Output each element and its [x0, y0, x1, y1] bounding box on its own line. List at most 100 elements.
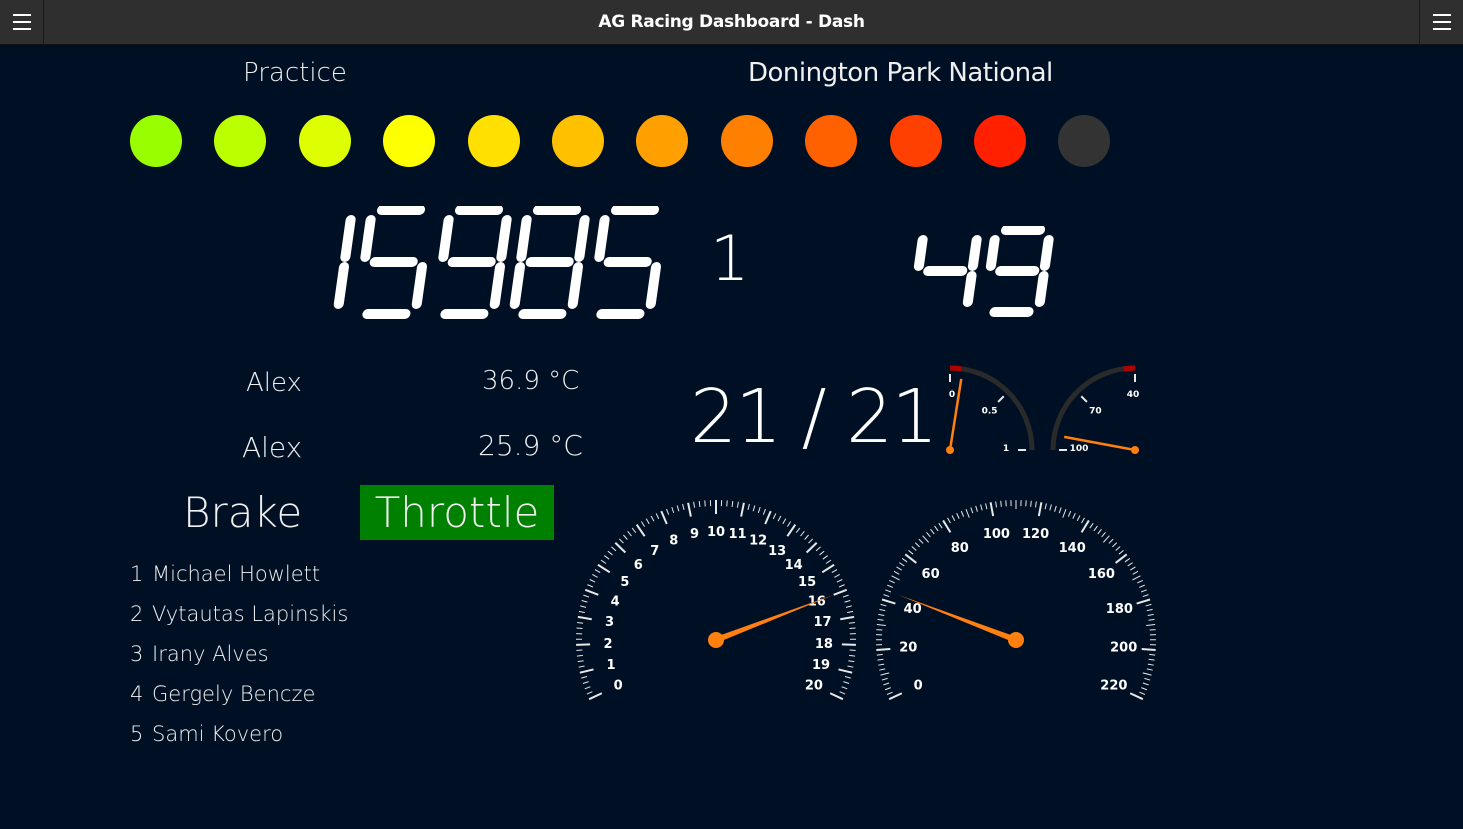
gauge-tick [1080, 395, 1088, 403]
gauge-tick [825, 559, 832, 564]
info-temp-2: 25.9 °C [478, 429, 583, 462]
gauge-label: 0 [949, 390, 955, 400]
gauge-tick [839, 691, 846, 695]
gauge-tick [666, 508, 670, 515]
gauge-tick [631, 527, 637, 534]
gauge-tick [764, 510, 772, 525]
gauge-tick [879, 608, 886, 612]
shift-light [467, 115, 520, 167]
gauge-tick [1124, 558, 1131, 563]
gauge-tick [604, 555, 610, 560]
gauge-tick [594, 569, 601, 574]
gauge-hub [1008, 632, 1024, 648]
gauge-tick [805, 542, 818, 554]
title-bar: AG Racing Dashboard - Dash [0, 0, 1463, 45]
gauge-tick [752, 505, 756, 512]
gauge-tick [600, 559, 607, 564]
gauge-tick [951, 515, 956, 522]
driver-name: Vytautas Lapinskis [152, 602, 349, 626]
gauge-tick [757, 506, 761, 514]
driver-name: Michael Howlett [152, 562, 321, 586]
shift-light [298, 115, 351, 167]
gauge-tick [1062, 509, 1067, 518]
gauge-tick [693, 501, 696, 508]
gauge-tick [597, 563, 611, 574]
gear-display: 1 [710, 222, 750, 295]
gauge-label: 140 [1059, 541, 1086, 556]
gauge-label: 120 [1022, 527, 1049, 542]
hamburger-icon [1433, 14, 1451, 30]
gauge-tick [883, 682, 890, 686]
gauge-tick [586, 691, 593, 695]
gauge-tick [1108, 538, 1114, 544]
gauge-tick [1127, 562, 1133, 567]
standings-row: 1 Michael Howlett [130, 562, 320, 586]
throttle-indicator: Throttle [360, 485, 554, 540]
gauge-tick [889, 579, 895, 584]
gauge-tick [901, 558, 908, 563]
gauge-label: 80 [951, 541, 969, 556]
gauge-tick [938, 522, 943, 529]
gauge-tick [580, 605, 587, 608]
gauge-tick [576, 627, 583, 630]
gauge-tick [819, 550, 825, 556]
gauge-tick [577, 615, 592, 621]
gauge-tick [592, 574, 598, 578]
app-title: AG Racing Dashboard - Dash [598, 12, 865, 32]
gauge-tick [1132, 575, 1141, 581]
gauge-label: 16 [808, 594, 826, 609]
gauge-tick [1144, 677, 1151, 681]
right-menu-button[interactable] [1419, 0, 1463, 44]
gauge-tick [1148, 618, 1155, 621]
gauge-tick [815, 546, 821, 552]
gauge-tick [1145, 603, 1152, 607]
gauge-tick [1146, 668, 1153, 671]
standings-pos: 5 [130, 722, 144, 746]
shift-light [383, 115, 436, 167]
gauge-tick [1097, 528, 1102, 535]
standings-row: 2 Vytautas Lapinskis [130, 602, 348, 626]
gauge-tick [893, 570, 900, 575]
small-gauge-1: 00.51 [946, 365, 1035, 454]
gauge-tick [1101, 532, 1106, 538]
left-menu-button[interactable] [0, 0, 44, 44]
gauge-label: 0 [614, 679, 623, 694]
gauge-tick [645, 518, 650, 525]
gauge-tick [1139, 584, 1145, 588]
gauge-tick [1141, 647, 1156, 651]
gauge-tick [587, 584, 594, 588]
gauge-tick [635, 524, 646, 537]
gauge-tick [934, 525, 939, 532]
gauge-tick [1118, 549, 1124, 555]
standings-pos: 2 [130, 602, 144, 626]
gauge-tick [995, 501, 998, 508]
gauge-tick [848, 660, 855, 663]
gauge-tick [848, 621, 855, 624]
gauge-tick [845, 605, 852, 608]
gauge-tick [881, 598, 896, 605]
gauge-tick [650, 515, 655, 522]
gauge-tick [611, 546, 617, 552]
gauge-tick [808, 538, 814, 544]
speedometer-gauge: 0 20 40 60 80 100 120 140160 180 200 220 [875, 500, 1157, 701]
gauge-tick [877, 658, 884, 661]
gauge-tick [583, 594, 590, 598]
gauge-tick [975, 505, 978, 512]
gauge-tick [740, 502, 745, 517]
session-type: Practice [243, 58, 347, 88]
gauge-tick [838, 668, 853, 674]
gauge-tick [914, 542, 920, 548]
gauge-tick [877, 618, 884, 621]
gauge-label: 200 [1110, 641, 1137, 656]
gauge-tick [804, 534, 809, 540]
gauge-label: 5 [620, 575, 629, 590]
gauge-tick [847, 610, 854, 614]
gauge-tick [618, 538, 624, 544]
gauge-tick [1139, 691, 1146, 695]
gauge-tick [878, 663, 885, 666]
gauge-label: 1 [606, 658, 615, 673]
gauge-label: 13 [768, 544, 786, 559]
gauge-label: 0.5 [982, 406, 998, 416]
gauge-label: 8 [669, 534, 678, 549]
gauge-tick [747, 503, 750, 510]
